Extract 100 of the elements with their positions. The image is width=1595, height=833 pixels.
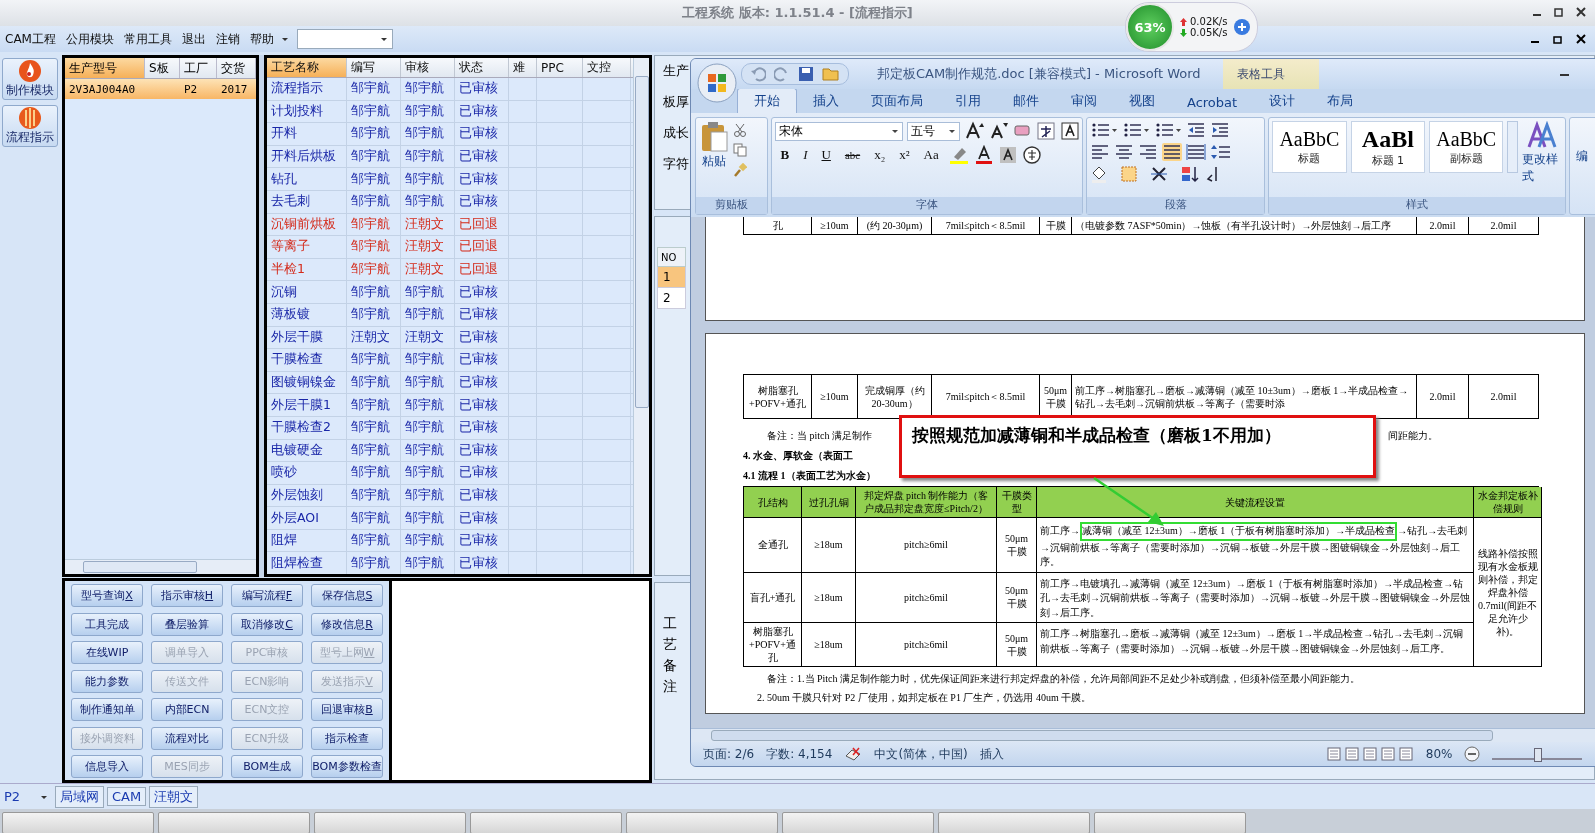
paste-button[interactable]: 粘贴 [699,121,729,194]
justify-icon[interactable] [1162,143,1183,161]
ribbon-tab[interactable]: 插入 [797,89,855,113]
change-styles-button[interactable]: 更改样式 [1521,121,1563,194]
table-row[interactable]: 2 [657,288,686,309]
menu-item[interactable]: 退出 [178,30,213,48]
shrink-font-icon[interactable] [988,121,1008,141]
font-size-field[interactable]: 五号 [906,121,961,141]
scrollbar[interactable] [691,728,1595,742]
brush-icon[interactable] [733,163,747,177]
taskbar-button[interactable] [2,812,154,833]
restore-icon[interactable] [1553,34,1564,45]
scissors-icon[interactable] [733,123,747,137]
style-preset[interactable]: AaBbC 标题 [1272,121,1347,173]
column-header[interactable]: 生产型号 [65,58,145,78]
enclosed-character-icon[interactable] [1021,145,1042,165]
action-button[interactable]: 在线WIP [71,641,143,664]
format-button[interactable]: x₂ [869,145,891,165]
menu-item[interactable]: 常用工具 [120,30,179,48]
style-preset[interactable]: AaBbC 副标题 [1429,121,1504,173]
ribbon-tab[interactable]: Acrobat [1171,92,1254,113]
ribbon-tab[interactable]: 页面布局 [855,89,939,113]
sort-icon[interactable] [1180,165,1201,183]
ribbon-tab[interactable]: 设计 [1253,89,1312,113]
close-icon[interactable] [1575,6,1587,18]
zoom-out-icon[interactable] [1464,746,1481,762]
column-header[interactable]: 工艺名称 [267,58,347,77]
zoom-slider[interactable] [1492,748,1583,760]
column-header[interactable]: 状态 [455,58,509,77]
table-row[interactable]: 1 [657,267,686,288]
taskbar-button[interactable] [1094,812,1246,833]
module-button[interactable]: 制作模块 [2,58,58,100]
action-button[interactable]: 型号查询X [71,584,143,607]
format-button[interactable]: I [798,145,813,165]
menu-item[interactable]: CAM工程 [2,30,63,48]
shading-letter-icon[interactable] [997,145,1018,165]
action-button[interactable]: 信息导入 [71,755,143,778]
border-letter-icon[interactable] [1059,121,1080,141]
column-header[interactable]: 交货 [217,58,256,78]
ribbon-tab[interactable]: 引用 [939,89,997,113]
scrollbar[interactable] [65,559,256,574]
format-button[interactable]: Aa [918,145,944,165]
action-button[interactable]: 流程对比 [151,726,223,750]
style-preset[interactable]: AaBl 标题 1 [1350,121,1425,173]
column-header[interactable]: 难 [509,58,537,77]
list-icon[interactable] [1122,121,1151,139]
office-button-icon[interactable] [697,63,737,103]
view-mode-icon[interactable] [1379,747,1396,761]
action-button[interactable]: 保存信息S [311,584,383,607]
font-name-field[interactable]: 宋体 [775,121,903,141]
column-header[interactable]: S板 [145,58,180,78]
ribbon-tab[interactable]: 开始 [737,88,797,113]
taskbar-button[interactable] [470,812,622,833]
view-mode-icon[interactable] [1361,747,1378,761]
edit-button[interactable]: 编 [1570,118,1595,165]
action-button[interactable]: 叠层验算 [151,612,223,636]
column-header[interactable]: PPC [537,58,583,77]
scrollbar[interactable] [633,58,649,574]
list-icon[interactable] [1154,121,1183,139]
font-color-icon[interactable] [973,145,994,165]
action-button[interactable]: 指示检查 [311,726,383,750]
distribute-icon[interactable] [1186,143,1207,161]
increase-indent-icon[interactable] [1210,121,1231,139]
scrollbar[interactable] [1507,121,1518,173]
ribbon-tab[interactable]: 布局 [1311,89,1370,113]
taskbar-button[interactable] [314,812,466,833]
format-button[interactable]: U [816,145,836,165]
menu-item[interactable]: 帮助 [246,30,281,48]
taskbar-button[interactable] [626,812,778,833]
action-button[interactable]: 回退审核B [311,698,383,721]
grow-font-icon[interactable] [964,121,985,141]
action-button[interactable]: BOM参数检查 [311,755,383,778]
align-right-icon[interactable] [1138,143,1159,161]
list-icon[interactable] [1090,121,1119,139]
action-button[interactable]: 取消修改C [231,612,303,636]
taskbar-button[interactable] [938,812,1090,833]
restore-icon[interactable] [1553,6,1565,18]
insert-mode[interactable]: 插入 [979,745,1004,763]
action-button[interactable]: BOM生成 [231,755,303,778]
column-header[interactable]: 工厂 [180,58,217,78]
menu-item[interactable]: 公用模块 [62,30,121,48]
phonetic-icon[interactable] [1035,121,1056,141]
menu-item[interactable]: 注销 [212,30,247,48]
dropdown-arrow-icon[interactable] [280,35,289,43]
module-button[interactable]: 流程指示 [2,105,58,147]
proofing-icon[interactable] [844,746,863,762]
decrease-indent-icon[interactable] [1186,121,1207,139]
format-button[interactable]: B [775,145,795,165]
ribbon-tab[interactable]: 审阅 [1055,89,1113,113]
view-mode-icon[interactable] [1397,747,1414,761]
view-mode-icon[interactable] [1343,747,1360,761]
ribbon-tab[interactable]: 邮件 [997,89,1055,113]
column-header[interactable]: NO [657,247,686,267]
taskbar-button[interactable] [782,812,934,833]
taskbar-button[interactable] [158,812,310,833]
ribbon-tab[interactable]: 视图 [1113,89,1171,113]
action-button[interactable]: 能力参数 [71,669,143,693]
action-button[interactable]: 修改信息R [311,612,383,636]
column-header[interactable]: 文控 [583,58,631,77]
action-button[interactable]: 内部ECN [151,698,223,721]
